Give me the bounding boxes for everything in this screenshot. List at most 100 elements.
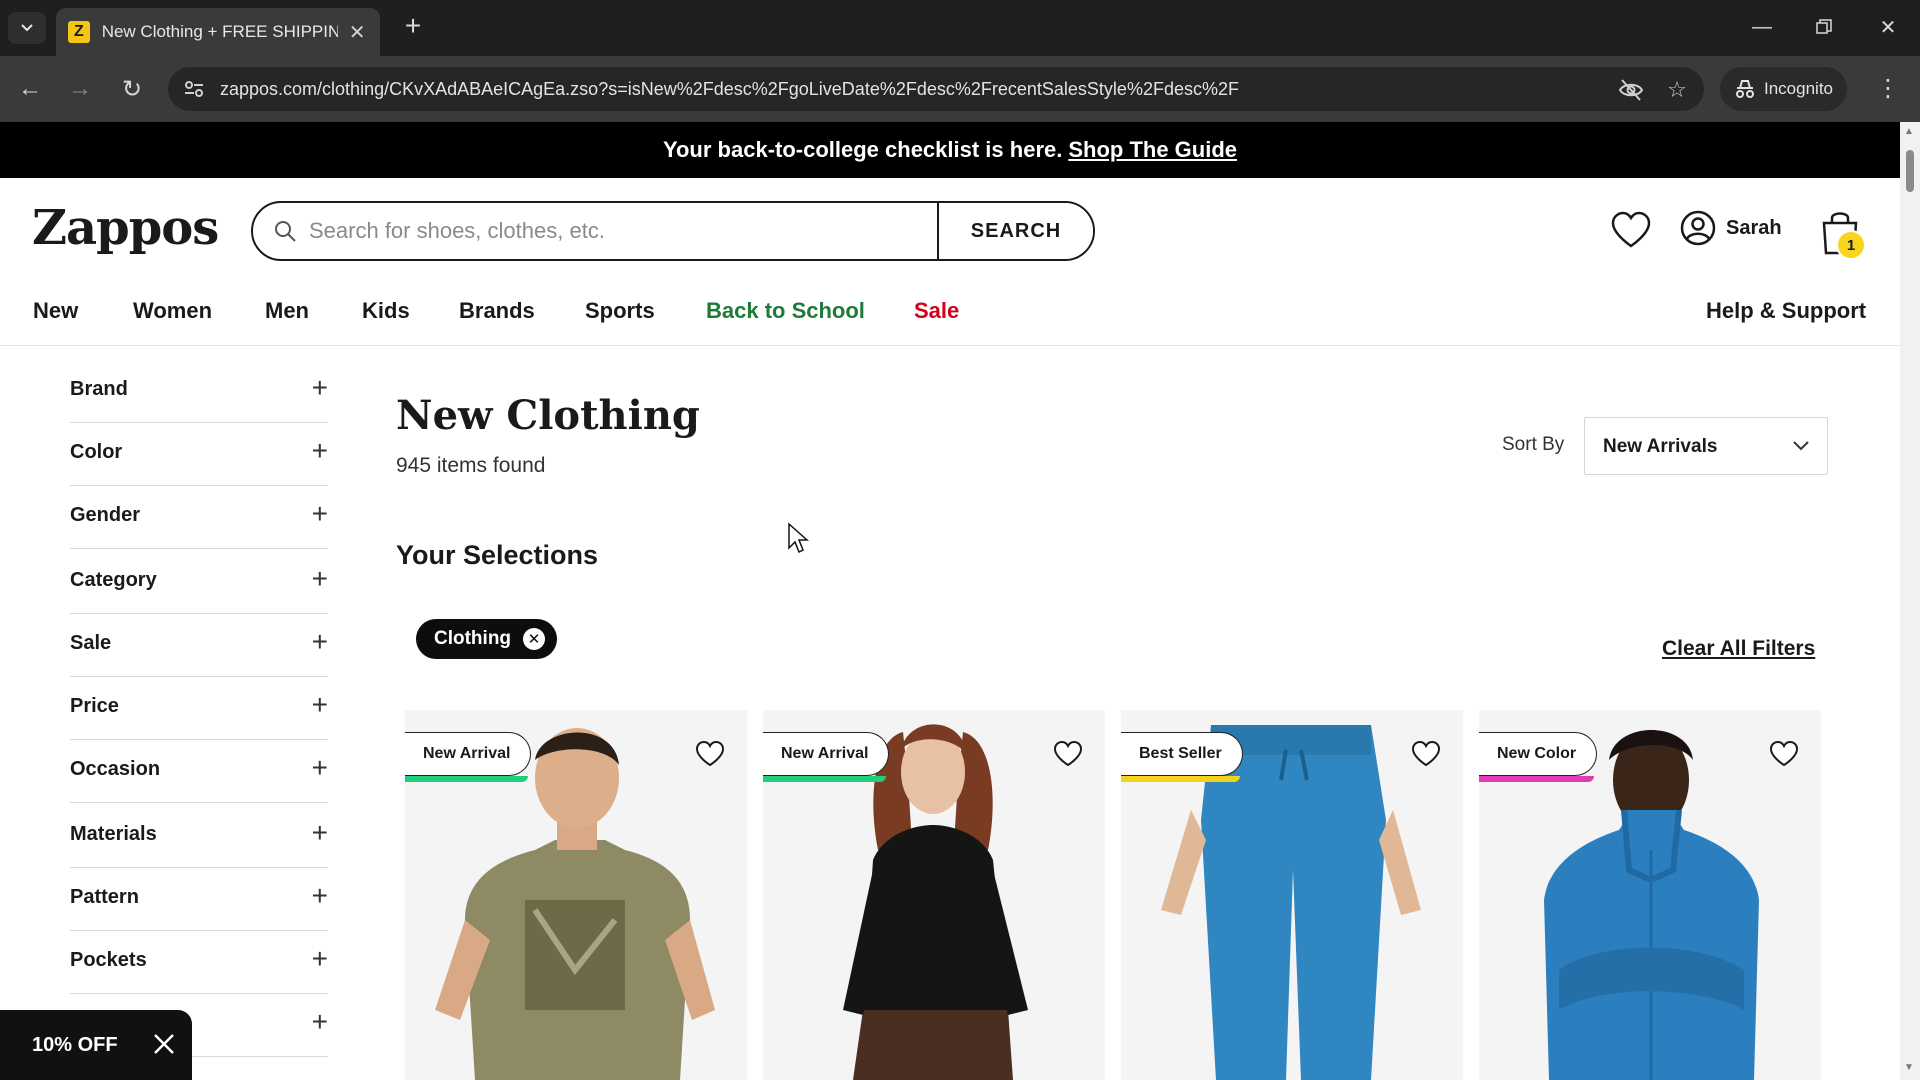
filter-label: Pockets	[70, 949, 147, 971]
minimize-icon[interactable]: —	[1742, 12, 1782, 42]
plus-icon: +	[311, 880, 328, 911]
chevron-down-icon	[1793, 441, 1809, 451]
filter-label: Color	[70, 441, 123, 463]
bookmark-star-icon[interactable]: ☆	[1664, 77, 1690, 103]
new-tab-button[interactable]: +	[398, 12, 428, 42]
filter-price[interactable]: Price +	[70, 677, 328, 740]
product-badge: New Color	[1479, 732, 1598, 782]
incognito-icon	[1736, 80, 1754, 98]
page-title: New Clothing	[396, 392, 700, 439]
plus-icon: +	[311, 372, 328, 403]
nav-brands[interactable]: Brands	[459, 298, 535, 324]
close-icon[interactable]	[152, 1032, 176, 1056]
incognito-label: Incognito	[1764, 79, 1833, 98]
filter-pattern[interactable]: Pattern +	[70, 868, 328, 931]
product-badge: New Arrival	[405, 732, 532, 782]
nav-sports[interactable]: Sports	[585, 298, 655, 324]
main-nav: New Women Men Kids Brands Sports Back to…	[0, 290, 1900, 346]
filter-category[interactable]: Category +	[70, 551, 328, 614]
search-icon	[275, 221, 296, 242]
nav-help-support[interactable]: Help & Support	[1706, 298, 1866, 324]
nav-sale[interactable]: Sale	[914, 298, 959, 324]
filter-materials[interactable]: Materials +	[70, 805, 328, 868]
filter-gender[interactable]: Gender +	[70, 486, 328, 549]
back-arrow-icon[interactable]: ←	[14, 73, 46, 105]
tab-search-button[interactable]	[8, 12, 46, 44]
filter-label: Occasion	[70, 758, 161, 780]
favorite-heart-icon[interactable]	[1053, 740, 1083, 768]
plus-icon: +	[311, 1006, 328, 1037]
filter-label: Gender	[70, 504, 141, 526]
remove-filter-icon[interactable]: ✕	[523, 628, 546, 650]
product-badge: Best Seller	[1121, 732, 1243, 782]
search-button[interactable]: SEARCH	[937, 203, 1093, 259]
chip-label: Clothing	[434, 628, 512, 649]
zappos-favicon-icon: Z	[68, 21, 90, 43]
clear-all-filters-link[interactable]: Clear All Filters	[1662, 637, 1815, 661]
browser-tab-bar: Z New Clothing + FREE SHIPPING ✕ + — ✕	[0, 0, 1920, 56]
favorite-heart-icon[interactable]	[695, 740, 725, 768]
filter-label: Category	[70, 569, 157, 591]
selected-filter-chip[interactable]: Clothing ✕	[416, 619, 558, 659]
address-bar[interactable]: zappos.com/clothing/CKvXAdABAeICAgEa.zso…	[168, 67, 1704, 111]
plus-icon: +	[311, 943, 328, 974]
search-bar: SEARCH	[251, 201, 1095, 261]
promo-text: Your back-to-college checklist is here.	[662, 137, 1063, 162]
account-menu[interactable]: Sarah	[1680, 210, 1782, 246]
eye-off-icon[interactable]	[1618, 77, 1644, 103]
restore-icon[interactable]	[1804, 12, 1844, 42]
filter-brand[interactable]: Brand +	[70, 360, 328, 423]
page-scrollbar[interactable]: ▲ ▼	[1900, 122, 1920, 1080]
filter-label: Pattern	[70, 886, 139, 908]
sort-selected-value: New Arrivals	[1603, 436, 1718, 457]
nav-new[interactable]: New	[33, 298, 78, 324]
nav-kids[interactable]: Kids	[362, 298, 410, 324]
product-card[interactable]: New Arrival	[405, 710, 747, 1080]
scroll-up-icon[interactable]: ▲	[1904, 126, 1914, 137]
filter-occasion[interactable]: Occasion +	[70, 740, 328, 803]
site-info-icon[interactable]	[182, 77, 206, 101]
nav-women[interactable]: Women	[133, 298, 212, 324]
filter-label: Brand	[70, 378, 128, 400]
favorites-heart-icon[interactable]	[1610, 210, 1652, 250]
filter-sale[interactable]: Sale +	[70, 614, 328, 677]
filter-label: Materials	[70, 823, 157, 845]
scroll-thumb[interactable]	[1906, 150, 1914, 192]
browser-tab[interactable]: Z New Clothing + FREE SHIPPING ✕	[56, 8, 380, 56]
filter-pockets[interactable]: Pockets +	[70, 931, 328, 994]
zappos-logo[interactable]: Zappos	[32, 200, 219, 256]
nav-men[interactable]: Men	[265, 298, 309, 324]
mouse-cursor-icon	[788, 522, 809, 554]
plus-icon: +	[311, 498, 328, 529]
search-input[interactable]	[309, 203, 929, 259]
browser-menu-icon[interactable]: ⋮	[1876, 74, 1900, 103]
favorite-heart-icon[interactable]	[1411, 740, 1441, 768]
filter-label: Sale	[70, 632, 112, 654]
tab-close-icon[interactable]: ✕	[346, 20, 368, 45]
selections-title: Your Selections	[396, 540, 599, 570]
filter-color[interactable]: Color +	[70, 423, 328, 486]
product-card[interactable]: Best Seller	[1121, 710, 1463, 1080]
plus-icon: +	[311, 435, 328, 466]
promo-link[interactable]: Shop The Guide	[1068, 137, 1237, 163]
sort-dropdown[interactable]: New Arrivals	[1584, 417, 1828, 475]
cart-count-badge: 1	[1836, 230, 1866, 260]
sort-label: Sort By	[1502, 434, 1565, 455]
window-close-icon[interactable]: ✕	[1868, 12, 1908, 42]
filter-label: Price	[70, 695, 119, 717]
reload-icon[interactable]: ↻	[116, 73, 148, 105]
nav-back-to-school[interactable]: Back to School	[706, 298, 865, 324]
url-text: zappos.com/clothing/CKvXAdABAeICAgEa.zso…	[220, 79, 1239, 99]
plus-icon: +	[311, 563, 328, 594]
favorite-heart-icon[interactable]	[1769, 740, 1799, 768]
product-card[interactable]: New Arrival	[763, 710, 1105, 1080]
incognito-indicator[interactable]: Incognito	[1720, 67, 1847, 111]
account-name: Sarah	[1726, 216, 1782, 239]
forward-arrow-icon[interactable]: →	[64, 73, 96, 105]
product-card[interactable]: New Color	[1479, 710, 1821, 1080]
plus-icon: +	[311, 689, 328, 720]
scroll-down-icon[interactable]: ▼	[1904, 1062, 1914, 1073]
plus-icon: +	[311, 817, 328, 848]
item-count: 945 items found	[396, 454, 546, 477]
discount-popup[interactable]: 10% OFF	[0, 1010, 192, 1080]
